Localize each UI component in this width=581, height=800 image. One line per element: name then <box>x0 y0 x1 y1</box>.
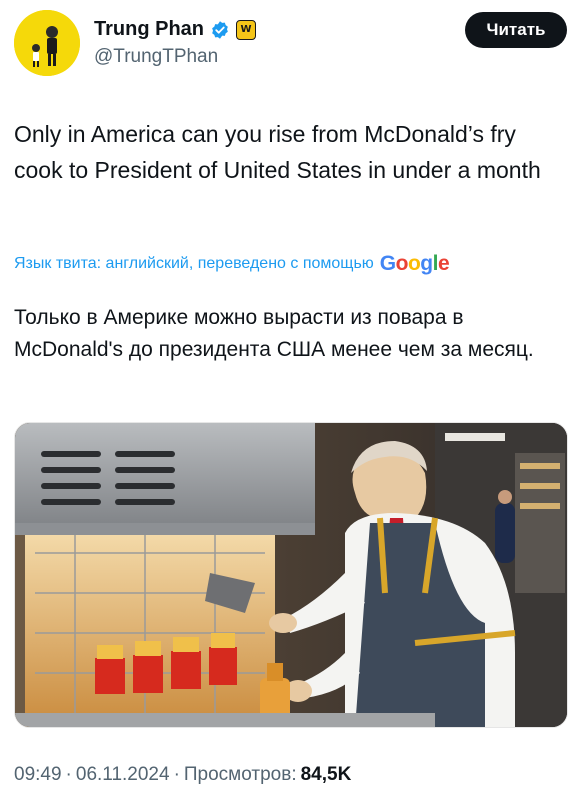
name-row: Trung Phan W <box>94 18 256 41</box>
tweet-text: Only in America can you rise from McDona… <box>14 121 541 183</box>
avatar-illustration <box>14 10 80 76</box>
follow-button[interactable]: Читать <box>465 12 567 48</box>
photo-illustration <box>15 423 567 727</box>
views-label: Просмотров: <box>183 764 297 785</box>
translation-attribution[interactable]: Язык твита: английский, переведено с пом… <box>14 252 450 276</box>
google-logo: Google <box>379 252 450 275</box>
tweet-meta: 09:49 · 06.11.2024 · Просмотров: 84,5K <box>14 764 351 786</box>
translated-text: Только в Америке можно вырасти из повара… <box>14 306 534 361</box>
avatar[interactable] <box>14 10 80 76</box>
tweet-date[interactable]: 06.11.2024 <box>76 764 170 786</box>
affiliate-badge-icon[interactable]: W <box>236 19 256 40</box>
display-name[interactable]: Trung Phan <box>94 18 204 41</box>
user-handle[interactable]: @TrungTPhan <box>94 46 218 68</box>
verified-badge-icon <box>212 20 228 39</box>
tweet-time[interactable]: 09:49 <box>14 764 62 786</box>
views-count[interactable]: 84,5K <box>301 764 352 786</box>
tweet-header: Trung Phan W @TrungTPhan Читать <box>14 10 567 78</box>
translation-label[interactable]: Язык твита: английский, переведено с пом… <box>14 255 374 273</box>
meta-separator: · <box>173 764 180 785</box>
tweet-photo[interactable] <box>14 422 568 728</box>
meta-separator: · <box>65 764 72 785</box>
